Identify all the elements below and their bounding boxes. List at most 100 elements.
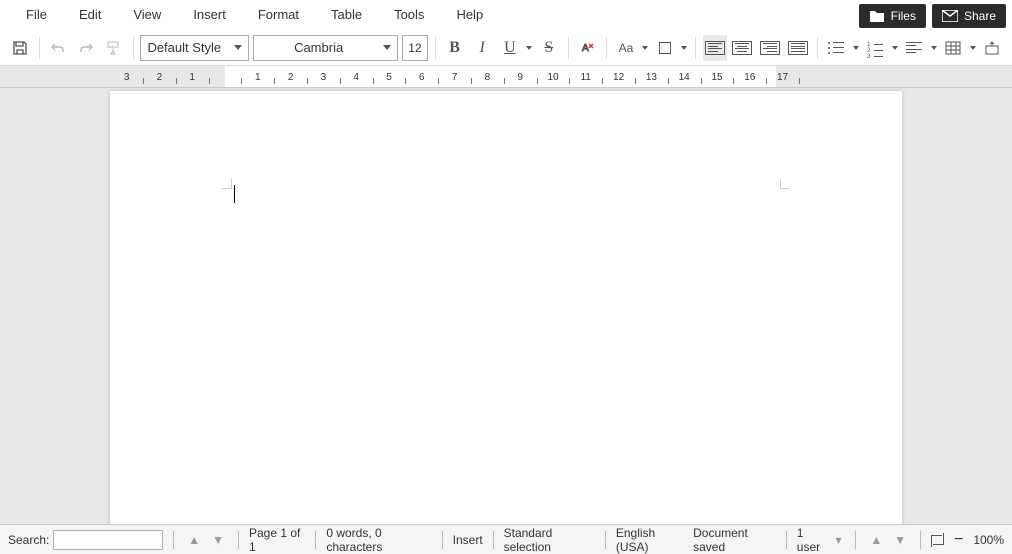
svg-text:A: A: [582, 43, 589, 54]
insert-menu-button[interactable]: [980, 35, 1004, 61]
number-list-button[interactable]: 123: [863, 35, 887, 61]
zoom-out-button[interactable]: −: [948, 531, 969, 549]
user-count[interactable]: 1 user: [797, 526, 828, 554]
font-name-combo[interactable]: Cambria: [253, 35, 398, 61]
menu-help[interactable]: Help: [440, 1, 499, 28]
share-button[interactable]: Share: [932, 4, 1006, 28]
ruler-tick-label: 2: [288, 72, 294, 83]
italic-button[interactable]: I: [470, 35, 494, 61]
table-dropdown[interactable]: [969, 46, 976, 50]
ruler-tick-label: 10: [547, 72, 558, 83]
strikethrough-button[interactable]: S: [537, 35, 561, 61]
chevron-down-icon: [642, 46, 648, 50]
font-value: Cambria: [260, 40, 377, 55]
highlight-dropdown[interactable]: [681, 46, 688, 50]
prev-page-button[interactable]: ▲: [866, 533, 886, 547]
menu-file[interactable]: File: [10, 1, 63, 28]
save-status: Document saved: [693, 526, 776, 554]
paint-icon: [106, 40, 122, 56]
underline-button[interactable]: U: [498, 35, 522, 61]
menu-edit[interactable]: Edit: [63, 1, 117, 28]
chevron-down-icon: [931, 46, 937, 50]
search-prev-button[interactable]: ▲: [184, 533, 204, 547]
search-next-button[interactable]: ▼: [208, 533, 228, 547]
ruler-tick-label: 14: [679, 72, 690, 83]
underline-dropdown[interactable]: [526, 46, 533, 50]
menu-tools[interactable]: Tools: [378, 1, 440, 28]
separator: [442, 531, 443, 549]
align-right-button[interactable]: [758, 35, 782, 61]
selection-mode[interactable]: Standard selection: [504, 526, 595, 554]
word-count[interactable]: 0 words, 0 characters: [326, 526, 431, 554]
ruler-tick-label: 2: [157, 72, 163, 83]
align-center-button[interactable]: [731, 35, 755, 61]
horizontal-ruler[interactable]: 3211234567891011121314151617: [0, 66, 1012, 88]
clear-formatting-button[interactable]: A: [576, 35, 600, 61]
character-menu-button[interactable]: Aa: [614, 35, 638, 61]
ruler-tick-label: 7: [452, 72, 458, 83]
search-input[interactable]: [53, 530, 163, 550]
ruler-tick-label: 12: [613, 72, 624, 83]
zoom-fit-icon[interactable]: [931, 533, 944, 547]
next-page-button[interactable]: ▼: [890, 533, 910, 547]
ruler-tick-label: 15: [711, 72, 722, 83]
insert-mode[interactable]: Insert: [453, 533, 483, 547]
zoom-level[interactable]: 100%: [973, 533, 1004, 547]
user-dropdown[interactable]: ▾: [831, 533, 845, 547]
insert-icon: [984, 40, 1000, 56]
font-size-field[interactable]: 12: [402, 35, 428, 61]
undo-button[interactable]: [47, 35, 71, 61]
paragraph-style-combo[interactable]: Default Style: [140, 35, 249, 61]
separator: [606, 37, 607, 59]
table-button[interactable]: [941, 35, 965, 61]
redo-icon: [78, 40, 94, 56]
ruler-tick-label: 13: [646, 72, 657, 83]
menu-table[interactable]: Table: [315, 1, 378, 28]
separator: [173, 531, 174, 549]
separator: [238, 531, 239, 549]
bullet-list-button[interactable]: [824, 35, 848, 61]
ruler-tick-label: 1: [189, 72, 195, 83]
toolbar: Default Style Cambria 12 B I U S A Aa 12…: [0, 30, 1012, 66]
align-justify-button[interactable]: [786, 35, 810, 61]
margin-corner-tl: [222, 179, 232, 189]
files-label: Files: [891, 9, 916, 23]
document-page[interactable]: [110, 91, 902, 524]
ruler-tick-label: 8: [485, 72, 491, 83]
align-left-button[interactable]: [703, 35, 727, 61]
chevron-down-icon: [383, 45, 391, 50]
margin-corner-tr: [780, 179, 790, 189]
ruler-tick-label: 5: [386, 72, 392, 83]
files-button[interactable]: Files: [859, 4, 926, 28]
char-menu-dropdown[interactable]: [642, 46, 649, 50]
clone-formatting-button[interactable]: [102, 35, 126, 61]
mail-icon: [942, 10, 958, 22]
top-right-actions: Files Share: [859, 4, 1006, 28]
menu-format[interactable]: Format: [242, 1, 315, 28]
highlight-button[interactable]: [653, 35, 677, 61]
bullet-dropdown[interactable]: [852, 46, 859, 50]
number-icon: 123: [867, 42, 883, 54]
bullet-icon: [828, 42, 844, 54]
indent-button[interactable]: [902, 35, 926, 61]
table-icon: [945, 40, 961, 56]
save-button[interactable]: [8, 35, 32, 61]
bold-button[interactable]: B: [443, 35, 467, 61]
undo-icon: [50, 40, 66, 56]
document-workspace: [0, 88, 1012, 524]
separator: [605, 531, 606, 549]
menu-insert[interactable]: Insert: [177, 1, 242, 28]
indent-dropdown[interactable]: [930, 46, 937, 50]
separator: [133, 37, 134, 59]
ruler-tick-label: 6: [419, 72, 425, 83]
separator: [493, 531, 494, 549]
redo-button[interactable]: [74, 35, 98, 61]
text-cursor: [234, 185, 235, 203]
number-dropdown[interactable]: [891, 46, 898, 50]
language-status[interactable]: English (USA): [616, 526, 685, 554]
menu-view[interactable]: View: [117, 1, 177, 28]
page-status[interactable]: Page 1 of 1: [249, 526, 305, 554]
align-right-icon: [760, 41, 780, 55]
square-icon: [659, 42, 671, 54]
chevron-down-icon: [526, 46, 532, 50]
